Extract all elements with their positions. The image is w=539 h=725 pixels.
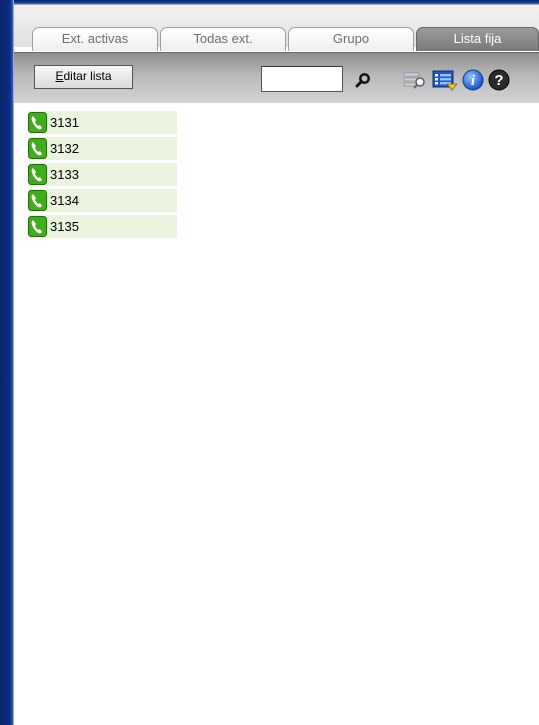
extension-number: 3131 [50, 115, 79, 130]
extension-item[interactable]: 3131 [28, 111, 177, 134]
tab-label: Ext. activas [61, 31, 129, 46]
extension-number: 3134 [50, 193, 79, 208]
tab-bar: Ext. activas Todas ext. Grupo Lista fija [14, 5, 539, 51]
search-input[interactable] [261, 66, 343, 92]
search-icon[interactable] [355, 72, 371, 88]
edit-list-button[interactable]: Editar lista [34, 65, 133, 89]
edit-list-label: ditar lista [63, 69, 112, 83]
tab-label: Todas ext. [193, 31, 253, 46]
phone-icon [28, 112, 47, 133]
phone-icon [28, 164, 47, 185]
toolbar: Editar lista i ? [14, 52, 539, 103]
tab-label: Grupo [332, 31, 370, 46]
extension-number: 3135 [50, 219, 79, 234]
extension-item[interactable]: 3133 [28, 163, 177, 186]
info-icon[interactable]: i [462, 69, 484, 91]
tab-grupo[interactable]: Grupo [288, 27, 414, 51]
tab-label: Lista fija [453, 31, 502, 46]
extension-item[interactable]: 3135 [28, 215, 177, 238]
window-frame-left [0, 0, 14, 725]
extension-item[interactable]: 3132 [28, 137, 177, 160]
phone-icon [28, 138, 47, 159]
phone-icon [28, 216, 47, 237]
tab-ext-activas[interactable]: Ext. activas [32, 27, 158, 51]
extension-number: 3133 [50, 167, 79, 182]
tab-todas-ext[interactable]: Todas ext. [160, 27, 286, 51]
extension-item[interactable]: 3134 [28, 189, 177, 212]
svg-text:?: ? [494, 72, 503, 89]
extension-list: 3131 3132 3133 3134 3135 [28, 111, 177, 241]
search-list-icon[interactable] [403, 70, 427, 90]
extension-number: 3132 [50, 141, 79, 156]
tab-lista-fija[interactable]: Lista fija [416, 27, 539, 51]
help-icon[interactable]: ? [488, 69, 510, 91]
view-options-icon[interactable] [432, 69, 458, 91]
phone-icon [28, 190, 47, 211]
